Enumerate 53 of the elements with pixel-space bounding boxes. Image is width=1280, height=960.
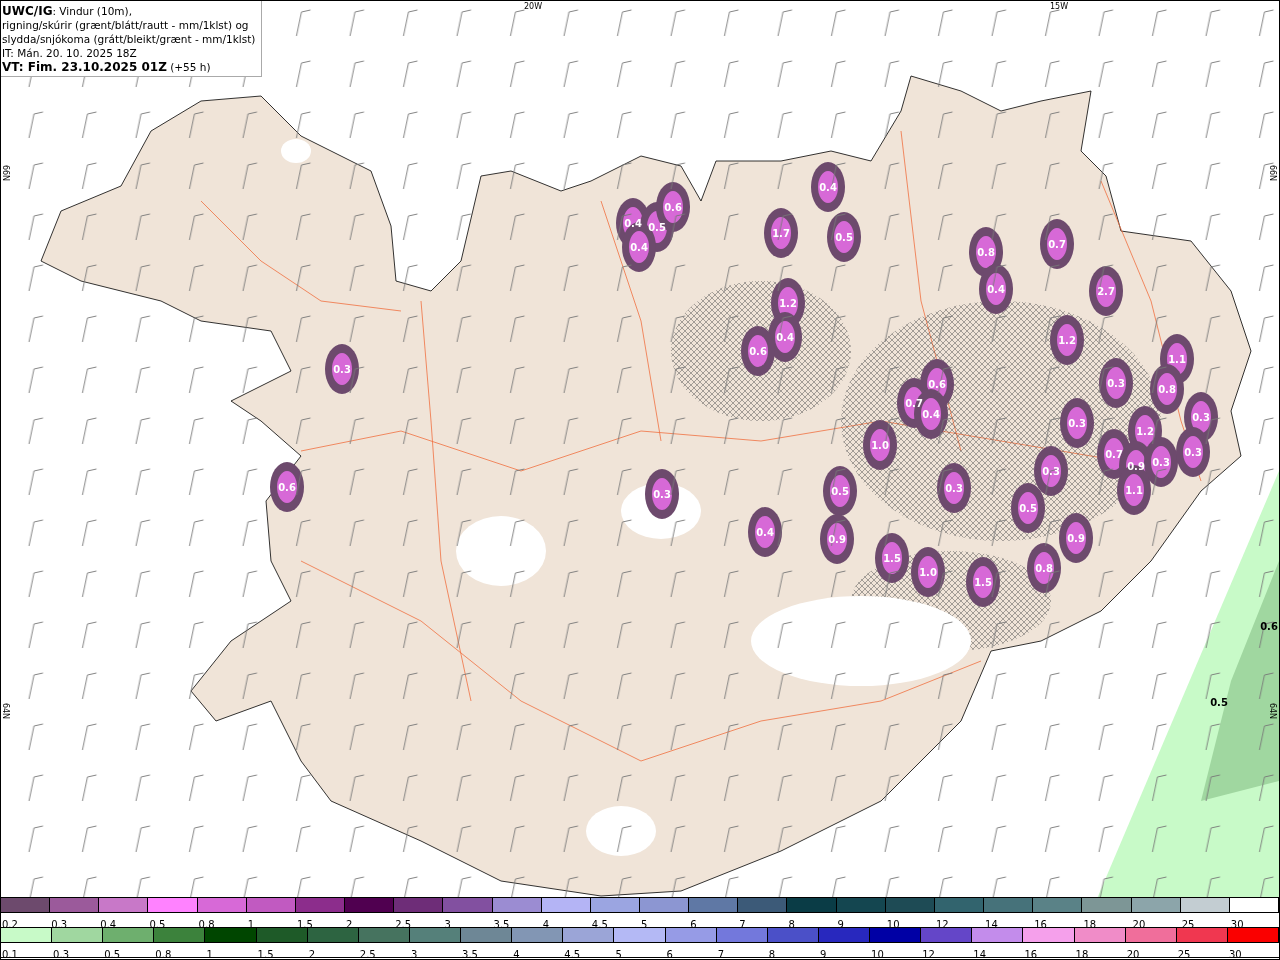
precipitation-value-label: 1.2 — [1136, 426, 1154, 437]
precipitation-value-label: 1.0 — [919, 567, 937, 578]
precipitation-value-label: 1.7 — [772, 228, 790, 239]
precipitation-value-label: 0.5 — [835, 232, 853, 243]
precipitation-value-label: 0.3 — [1068, 418, 1086, 429]
info-line: rigning/skúrir (grænt/blátt/rautt - mm/1klst) og — [2, 18, 250, 32]
precipitation-value-label: 0.9 — [1067, 533, 1085, 544]
precipitation-value-label: 0.6 — [749, 346, 767, 357]
precipitation-value-label: 0.6 — [1260, 621, 1278, 632]
precipitation-value-label: 1.1 — [1168, 354, 1186, 365]
precipitation-value-label: 1.2 — [779, 298, 797, 309]
precipitation-value-label: 0.3 — [1042, 466, 1060, 477]
info-line: slydda/snjókoma (grátt/bleikt/grænt - mm/1klst) — [2, 32, 256, 46]
precipitation-value-label: 0.5 — [1019, 503, 1037, 514]
precipitation-value-label: 0.8 — [1158, 384, 1176, 395]
longitude-label: 20W — [523, 2, 543, 11]
precipitation-value-label: 1.5 — [883, 553, 901, 564]
precipitation-value-label: 0.5 — [831, 486, 849, 497]
precipitation-value-label: 0.8 — [977, 247, 995, 258]
precipitation-value-label: 0.6 — [928, 379, 946, 390]
precipitation-value-label: 1.1 — [1125, 485, 1143, 496]
precipitation-value-label: 0.4 — [756, 527, 774, 538]
info-line: IT: Mán. 20. 10. 2025 18Z — [2, 46, 138, 60]
latitude-label: 66N — [1268, 164, 1277, 182]
precipitation-value-label: 0.4 — [776, 332, 794, 343]
latitude-label: 64N — [1, 702, 10, 720]
precipitation-value-label: 1.5 — [974, 577, 992, 588]
precipitation-value-label: 0.6 — [278, 482, 296, 493]
precipitation-value-label: 0.3 — [1107, 378, 1125, 389]
precipitation-value-label: 0.4 — [819, 182, 837, 193]
precipitation-value-label: 0.6 — [664, 202, 682, 213]
latitude-label: 64N — [1268, 702, 1277, 720]
precipitation-value-label: 0.4 — [987, 284, 1005, 295]
precipitation-value-label: 1.0 — [871, 440, 889, 451]
latitude-label: 66N — [1, 164, 10, 182]
precipitation-value-label: 0.4 — [922, 409, 940, 420]
precipitation-value-label: 0.9 — [1127, 461, 1145, 472]
precipitation-value-label: 0.9 — [828, 534, 846, 545]
precipitation-value-label: 0.8 — [1035, 563, 1053, 574]
precipitation-value-label: 1.2 — [1058, 335, 1076, 346]
precipitation-value-label: 0.4 — [630, 242, 648, 253]
precipitation-value-label: 0.7 — [1048, 239, 1066, 250]
longitude-label: 15W — [1049, 2, 1069, 11]
precipitation-value-label: 0.3 — [653, 489, 671, 500]
precipitation-value-label: 0.3 — [1152, 457, 1170, 468]
precipitation-value-label: 2.7 — [1097, 286, 1115, 297]
info-line: UWC/IG: Vindur (10m), — [2, 4, 133, 18]
precipitation-value-label: 0.3 — [1192, 412, 1210, 423]
precipitation-value-label: 0.3 — [333, 364, 351, 375]
precipitation-value-label: 0.5 — [1210, 697, 1228, 708]
precipitation-value-label: 0.3 — [945, 483, 963, 494]
precipitation-value-label: 0.3 — [1184, 447, 1202, 458]
info-line: VT: Fim. 23.10.2025 01Z (+55 h) — [2, 60, 212, 74]
